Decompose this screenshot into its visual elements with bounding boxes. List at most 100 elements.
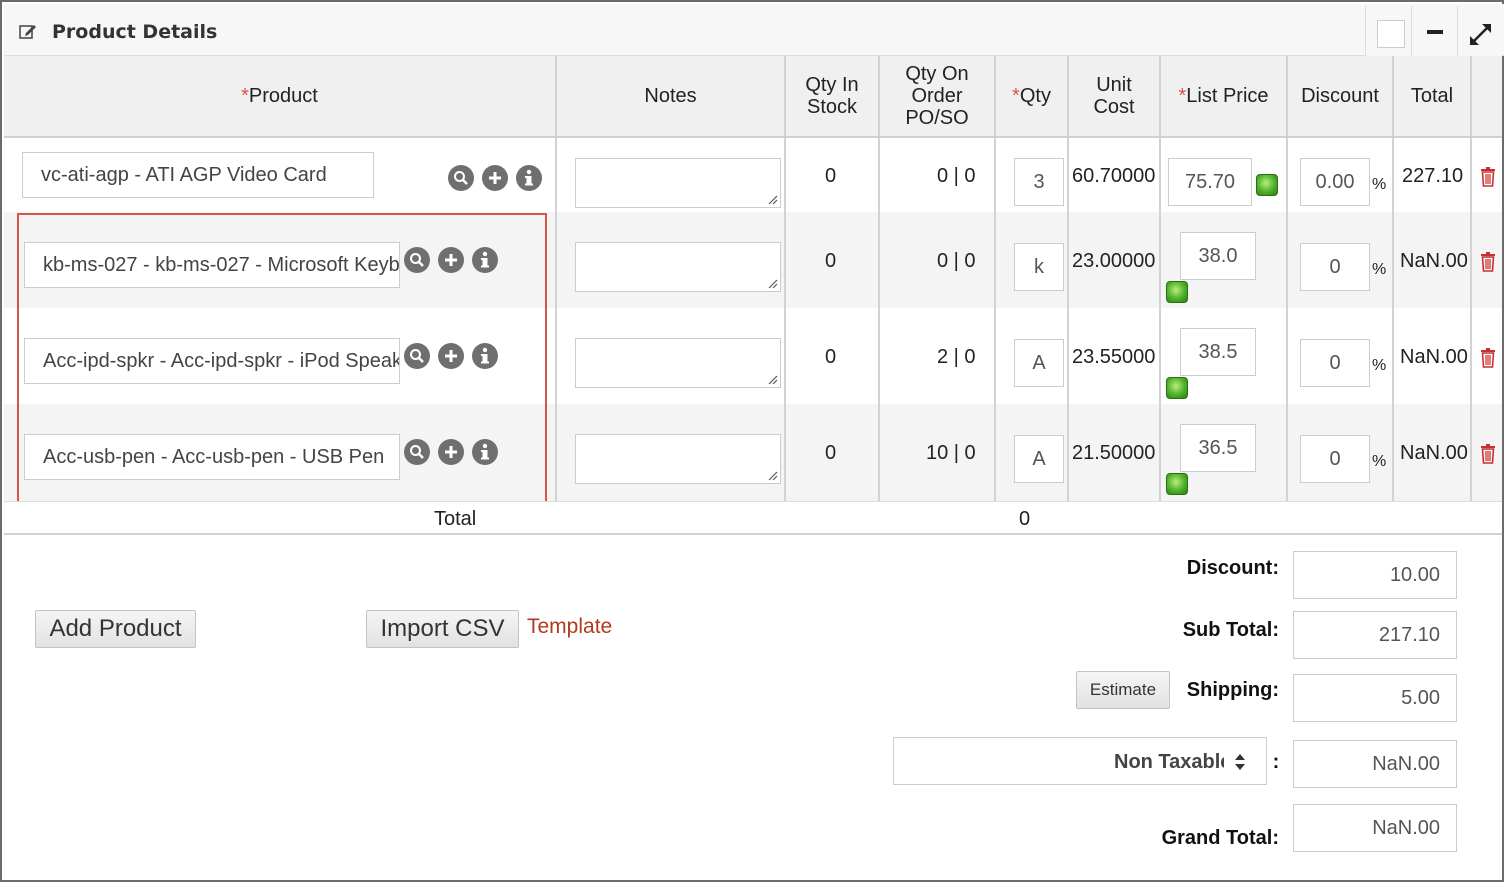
grand-total-input: NaN.00	[1293, 804, 1457, 852]
resize-grip-icon[interactable]	[766, 277, 778, 289]
tax-select-value: Non Taxable	[1114, 751, 1224, 773]
row-total: NaN.00	[1400, 250, 1468, 272]
panel-header: Product Details	[4, 4, 1504, 56]
qty-on-order: 0 | 0	[937, 250, 976, 272]
row-total: 227.10	[1402, 165, 1464, 187]
delete-icon[interactable]	[1480, 444, 1496, 464]
col-product: * Product	[4, 56, 557, 136]
tax-input: NaN.00	[1293, 740, 1457, 788]
col-qty: * Qty	[996, 56, 1069, 136]
col-qty-in-stock: Qty In Stock	[786, 56, 880, 136]
unit-cost: 23.00000	[1072, 250, 1156, 272]
estimate-button[interactable]: Estimate	[1076, 671, 1170, 709]
discount-input[interactable]: 0	[1300, 339, 1370, 387]
sort-arrows-icon	[1235, 754, 1245, 770]
qty-in-stock: 0	[825, 346, 837, 368]
grand-total-label: Grand Total:	[1161, 827, 1279, 849]
expand-icon	[1470, 24, 1491, 45]
column-divider	[1470, 138, 1472, 501]
import-csv-button[interactable]: Import CSV	[366, 610, 519, 648]
totals-label: Total	[434, 508, 477, 530]
panel-title: Product Details	[52, 21, 218, 43]
col-discount: Discount	[1288, 56, 1394, 136]
select-checkbox-button[interactable]	[1365, 6, 1411, 56]
table-header: * Product Notes Qty In Stock Qty On Order…	[4, 56, 1502, 138]
highlight-box	[17, 213, 547, 505]
price-book-icon[interactable]	[1166, 473, 1188, 495]
price-book-icon[interactable]	[1166, 281, 1188, 303]
column-divider	[1286, 138, 1288, 501]
qty-input[interactable]: A	[1014, 435, 1064, 483]
notes-textarea[interactable]	[575, 434, 781, 484]
info-icon[interactable]	[516, 165, 542, 191]
percent-label: %	[1372, 453, 1387, 470]
discount-input[interactable]: 0	[1300, 243, 1370, 291]
subtotal-input: 217.10	[1293, 611, 1457, 659]
delete-icon[interactable]	[1480, 167, 1496, 187]
col-notes: Notes	[557, 56, 786, 136]
resize-grip-icon[interactable]	[766, 469, 778, 481]
col-actions	[1472, 56, 1502, 136]
discount-total-input[interactable]: 10.00	[1293, 551, 1457, 599]
add-product-button[interactable]: Add Product	[35, 610, 196, 648]
percent-label: %	[1372, 357, 1387, 374]
notes-textarea[interactable]	[575, 338, 781, 388]
tax-colon: :	[1272, 751, 1280, 773]
column-divider	[994, 138, 996, 501]
percent-label: %	[1372, 176, 1387, 193]
delete-icon[interactable]	[1480, 252, 1496, 272]
notes-textarea[interactable]	[575, 158, 781, 208]
column-divider	[878, 138, 880, 501]
row-total: NaN.00	[1400, 442, 1468, 464]
product-input[interactable]: vc-ati-agp - ATI AGP Video Card	[22, 152, 374, 198]
qty-on-order: 2 | 0	[937, 346, 976, 368]
tax-select[interactable]: Non Taxable	[893, 737, 1267, 785]
list-price-input[interactable]: 75.70	[1168, 158, 1252, 206]
column-divider	[1067, 138, 1069, 501]
list-price-input[interactable]: 38.5	[1180, 328, 1256, 376]
expand-button[interactable]	[1457, 6, 1502, 56]
minimize-icon	[1427, 30, 1443, 34]
qty-input[interactable]: 3	[1014, 158, 1064, 206]
col-qty-on-order: Qty On Order PO/SO	[880, 56, 996, 136]
qty-input[interactable]: k	[1014, 243, 1064, 291]
select-checkbox[interactable]	[1377, 20, 1405, 48]
column-divider	[555, 138, 557, 501]
qty-in-stock: 0	[825, 165, 837, 187]
qty-total: 0	[1019, 508, 1031, 530]
discount-label: Discount:	[1186, 557, 1279, 579]
qty-in-stock: 0	[825, 442, 837, 464]
delete-icon[interactable]	[1480, 348, 1496, 368]
qty-on-order: 0 | 0	[937, 165, 976, 187]
shipping-input[interactable]: 5.00	[1293, 674, 1457, 722]
unit-cost: 60.70000	[1072, 165, 1156, 187]
price-book-icon[interactable]	[1256, 174, 1278, 196]
subtotal-label: Sub Total:	[1182, 619, 1279, 641]
list-price-input[interactable]: 36.5	[1180, 424, 1256, 472]
template-link[interactable]: Template	[527, 615, 612, 639]
notes-textarea[interactable]	[575, 242, 781, 292]
qty-on-order: 10 | 0	[926, 442, 976, 464]
minimize-button[interactable]	[1411, 6, 1457, 56]
edit-icon	[19, 25, 36, 39]
unit-cost: 21.50000	[1072, 442, 1156, 464]
col-list-price: * List Price	[1161, 56, 1288, 136]
unit-cost: 23.55000	[1072, 346, 1156, 368]
price-book-icon[interactable]	[1166, 377, 1188, 399]
resize-grip-icon[interactable]	[766, 193, 778, 205]
discount-input[interactable]: 0	[1300, 435, 1370, 483]
resize-grip-icon[interactable]	[766, 373, 778, 385]
row-total: NaN.00	[1400, 346, 1468, 368]
list-price-input[interactable]: 38.0	[1180, 232, 1256, 280]
column-divider	[1159, 138, 1161, 501]
product-details-panel: Product Details * Product Notes Qty In St…	[0, 0, 1504, 882]
qty-input[interactable]: A	[1014, 339, 1064, 387]
percent-label: %	[1372, 261, 1387, 278]
shipping-label: Shipping:	[1186, 679, 1279, 701]
search-icon[interactable]	[448, 165, 474, 191]
column-divider	[784, 138, 786, 501]
discount-input[interactable]: 0.00	[1300, 158, 1370, 206]
qty-in-stock: 0	[825, 250, 837, 272]
add-icon[interactable]	[482, 165, 508, 191]
totals-row: Total 0	[4, 501, 1502, 535]
